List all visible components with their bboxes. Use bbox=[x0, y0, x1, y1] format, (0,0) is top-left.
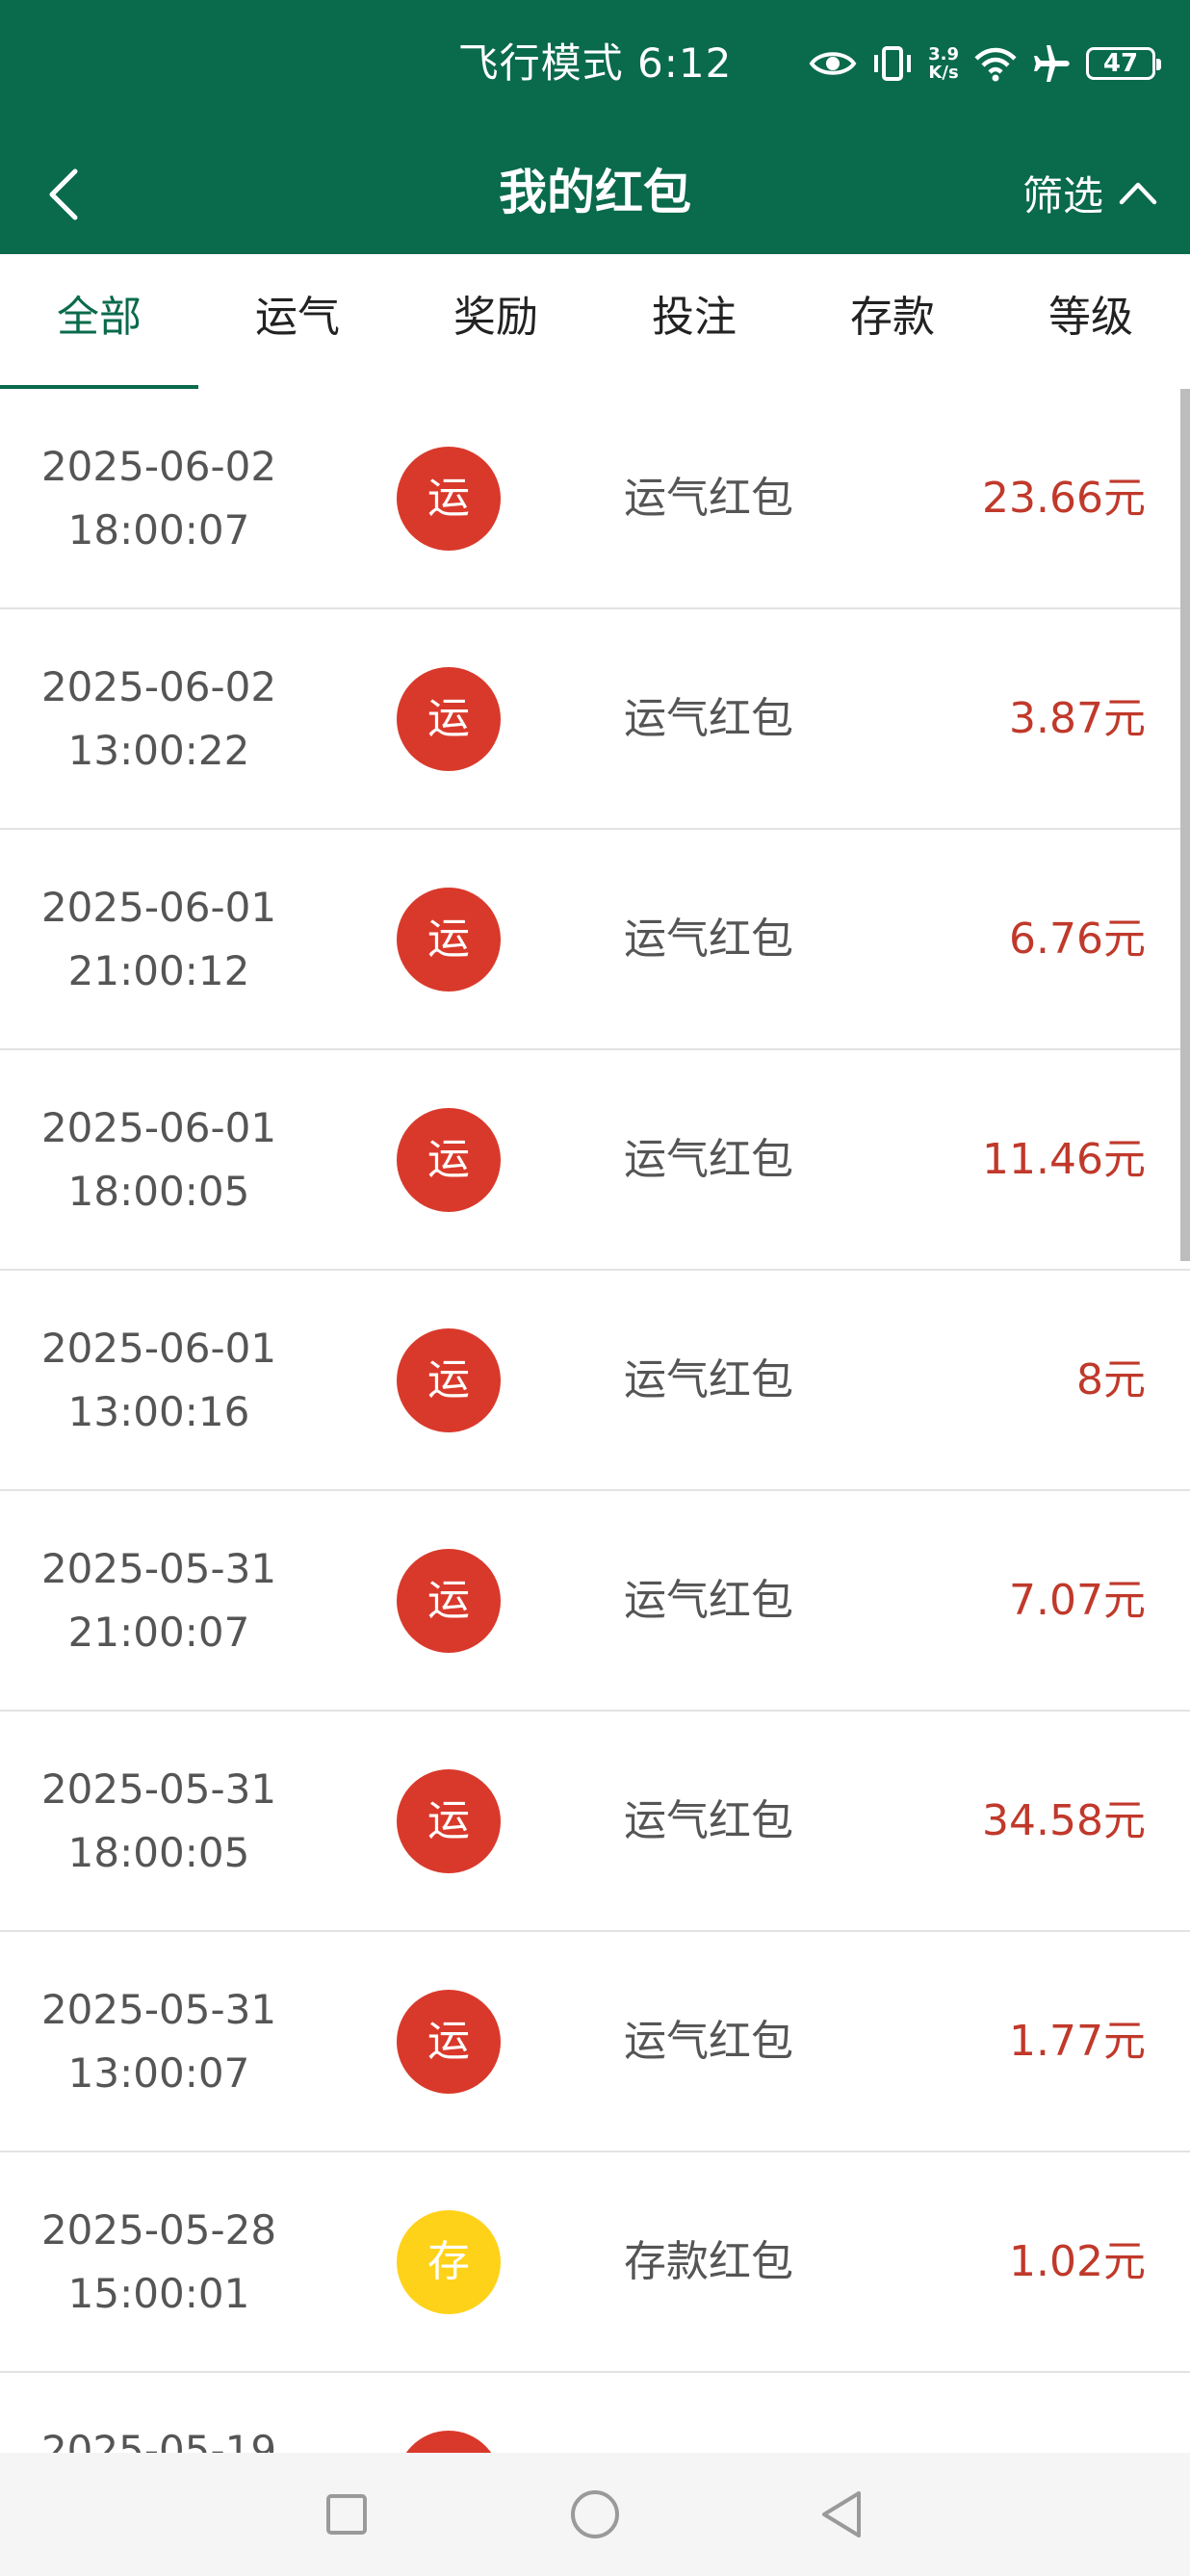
list-item[interactable]: 2025-06-02 13:00:22 运 运气红包 3.87元 bbox=[0, 609, 1190, 830]
airplane-icon bbox=[1034, 45, 1070, 82]
list-item[interactable]: 2025-06-01 13:00:16 运 运气红包 8元 bbox=[0, 1271, 1190, 1491]
recents-button[interactable] bbox=[304, 2472, 389, 2557]
row-time: 15:00:01 bbox=[67, 2270, 250, 2317]
list-item[interactable]: 2025-06-01 18:00:05 运 运气红包 11.46元 bbox=[0, 1050, 1190, 1271]
vibrate-icon bbox=[874, 46, 912, 81]
row-amount: 23.66元 bbox=[982, 474, 1146, 523]
luck-badge-icon: 运 bbox=[397, 1328, 501, 1432]
row-amount: 34.58元 bbox=[982, 1796, 1146, 1845]
tab-deposit[interactable]: 存款 bbox=[793, 254, 992, 389]
row-type: 运气红包 bbox=[624, 1576, 793, 1625]
row-datetime: 2025-05-31 18:00:05 bbox=[0, 1758, 318, 1885]
red-packet-list[interactable]: 2025-06-02 18:00:07 运 运气红包 23.66元 2025-0… bbox=[0, 389, 1190, 2453]
status-bar: 飞行模式 6:12 3.9 K/s 47 bbox=[0, 0, 1190, 131]
system-nav-bar bbox=[0, 2453, 1190, 2576]
row-type: 存款红包 bbox=[624, 2237, 793, 2286]
chevron-up-icon bbox=[1119, 182, 1157, 205]
list-item[interactable]: 2025-05-31 21:00:07 运 运气红包 7.07元 bbox=[0, 1491, 1190, 1712]
row-type: 运气红包 bbox=[624, 1796, 793, 1845]
row-time: 21:00:07 bbox=[67, 1609, 250, 1656]
row-date: 2025-06-02 bbox=[40, 443, 277, 490]
row-time: 18:00:05 bbox=[67, 1168, 250, 1215]
luck-badge-icon: 运 bbox=[397, 667, 501, 771]
row-datetime: 2025-05-19 bbox=[0, 2419, 318, 2453]
row-amount: 7.07元 bbox=[1009, 1576, 1146, 1625]
row-type: 运气红包 bbox=[624, 474, 793, 523]
square-icon bbox=[326, 2494, 367, 2535]
luck-badge-icon: 运 bbox=[397, 888, 501, 992]
home-button[interactable] bbox=[553, 2472, 637, 2557]
row-date: 2025-05-31 bbox=[40, 1545, 277, 1592]
luck-badge-icon: 运 bbox=[397, 1990, 501, 2094]
row-date: 2025-06-01 bbox=[40, 1104, 277, 1151]
list-item[interactable]: 2025-06-01 21:00:12 运 运气红包 6.76元 bbox=[0, 830, 1190, 1050]
row-time: 18:00:07 bbox=[67, 506, 250, 554]
tab-bet[interactable]: 投注 bbox=[595, 254, 793, 389]
tab-luck[interactable]: 运气 bbox=[198, 254, 397, 389]
row-type: 运气红包 bbox=[624, 2017, 793, 2066]
luck-badge-icon: 运 bbox=[397, 1108, 501, 1212]
list-item[interactable]: 2025-05-19 bbox=[0, 2373, 1190, 2453]
row-time: 21:00:12 bbox=[67, 947, 250, 994]
circle-icon bbox=[571, 2490, 619, 2538]
screen: 飞行模式 6:12 3.9 K/s 47 我的红包 筛选 全部 运气 奖励 投注… bbox=[0, 0, 1190, 2576]
back-nav-button[interactable] bbox=[799, 2472, 884, 2557]
row-time: 13:00:07 bbox=[67, 2049, 250, 2097]
row-date: 2025-06-01 bbox=[40, 1325, 277, 1372]
battery-indicator: 47 bbox=[1086, 47, 1161, 80]
row-amount: 6.76元 bbox=[1009, 914, 1146, 964]
row-date: 2025-05-19 bbox=[40, 2427, 277, 2453]
row-datetime: 2025-05-31 13:00:07 bbox=[0, 1978, 318, 2105]
row-datetime: 2025-06-01 18:00:05 bbox=[0, 1096, 318, 1224]
luck-badge-icon bbox=[397, 2431, 501, 2453]
row-amount: 3.87元 bbox=[1009, 694, 1146, 743]
row-datetime: 2025-05-28 15:00:01 bbox=[0, 2199, 318, 2326]
row-datetime: 2025-06-01 13:00:16 bbox=[0, 1317, 318, 1444]
row-amount: 1.02元 bbox=[1009, 2237, 1146, 2286]
net-speed-unit: K/s bbox=[928, 63, 959, 83]
tab-reward[interactable]: 奖励 bbox=[397, 254, 595, 389]
triangle-back-icon bbox=[822, 2491, 861, 2537]
status-icons: 3.9 K/s 47 bbox=[809, 37, 1161, 90]
row-time: 13:00:22 bbox=[67, 727, 250, 774]
row-type: 运气红包 bbox=[624, 694, 793, 743]
row-time: 13:00:16 bbox=[67, 1388, 250, 1435]
list-item[interactable]: 2025-05-31 18:00:05 运 运气红包 34.58元 bbox=[0, 1712, 1190, 1932]
row-date: 2025-05-28 bbox=[40, 2206, 277, 2254]
row-datetime: 2025-06-02 18:00:07 bbox=[0, 435, 318, 562]
list-item[interactable]: 2025-05-28 15:00:01 存 存款红包 1.02元 bbox=[0, 2152, 1190, 2373]
row-date: 2025-05-31 bbox=[40, 1765, 277, 1813]
tab-all[interactable]: 全部 bbox=[0, 254, 198, 391]
list-item[interactable]: 2025-05-31 13:00:07 运 运气红包 1.77元 bbox=[0, 1932, 1190, 2152]
row-amount: 11.46元 bbox=[982, 1135, 1146, 1184]
tab-level[interactable]: 等级 bbox=[992, 254, 1190, 389]
luck-badge-icon: 运 bbox=[397, 1549, 501, 1653]
row-type: 运气红包 bbox=[624, 1355, 793, 1404]
deposit-badge-icon: 存 bbox=[397, 2210, 501, 2314]
net-speed-value: 3.9 bbox=[928, 44, 959, 64]
row-amount: 1.77元 bbox=[1009, 2017, 1146, 2066]
row-type: 运气红包 bbox=[624, 1135, 793, 1184]
wifi-icon bbox=[974, 47, 1017, 82]
luck-badge-icon: 运 bbox=[397, 1769, 501, 1873]
row-datetime: 2025-06-02 13:00:22 bbox=[0, 656, 318, 783]
scrollbar[interactable] bbox=[1180, 389, 1190, 1261]
category-tabs: 全部 运气 奖励 投注 存款 等级 bbox=[0, 254, 1190, 391]
row-time: 18:00:05 bbox=[67, 1829, 250, 1876]
eye-icon bbox=[809, 52, 857, 75]
row-datetime: 2025-06-01 21:00:12 bbox=[0, 876, 318, 1003]
row-amount: 8元 bbox=[1076, 1355, 1146, 1404]
app-header: 我的红包 筛选 bbox=[0, 131, 1190, 254]
row-type: 运气红包 bbox=[624, 914, 793, 964]
filter-button[interactable]: 筛选 bbox=[1022, 158, 1157, 227]
row-date: 2025-06-01 bbox=[40, 884, 277, 931]
net-speed: 3.9 K/s bbox=[928, 45, 959, 82]
page-title: 我的红包 bbox=[499, 165, 691, 220]
filter-label: 筛选 bbox=[1022, 171, 1103, 219]
row-date: 2025-05-31 bbox=[40, 1986, 277, 2033]
luck-badge-icon: 运 bbox=[397, 447, 501, 551]
list-item[interactable]: 2025-06-02 18:00:07 运 运气红包 23.66元 bbox=[0, 389, 1190, 609]
row-datetime: 2025-05-31 21:00:07 bbox=[0, 1537, 318, 1664]
row-date: 2025-06-02 bbox=[40, 663, 277, 710]
